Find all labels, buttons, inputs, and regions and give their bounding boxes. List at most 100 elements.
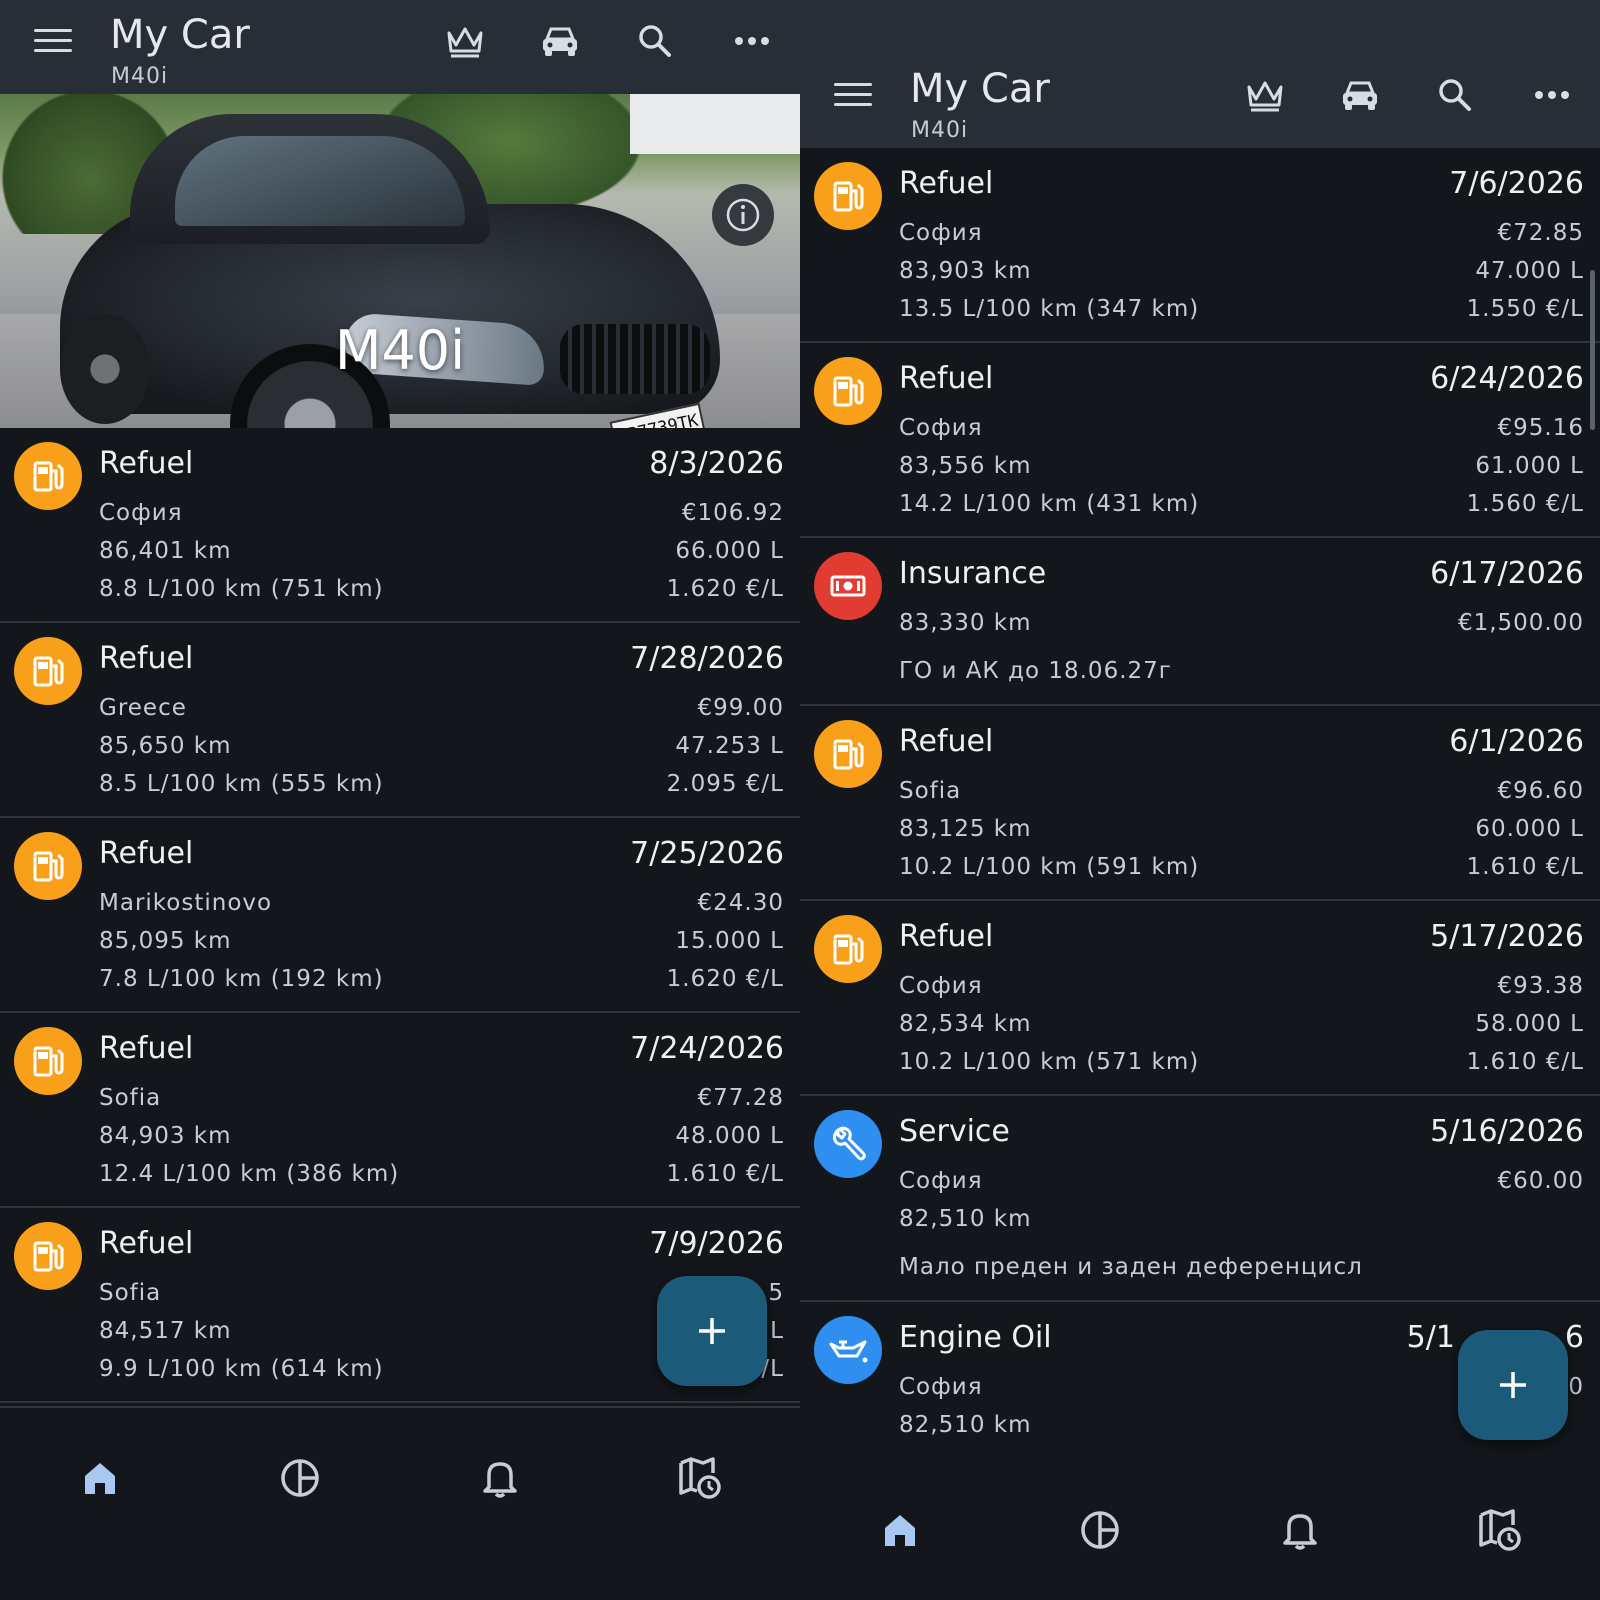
- entry-date: 7/24/2026: [630, 1031, 784, 1066]
- list-item[interactable]: Refuel 6/24/2026 София 83,556 km 14.2 L/…: [800, 343, 1600, 538]
- list-item[interactable]: Insurance 6/17/2026 83,330 km ГО и АК до…: [800, 538, 1600, 706]
- entry-title: Refuel: [899, 361, 994, 396]
- banknote-icon: [814, 552, 882, 620]
- entry-title: Insurance: [899, 556, 1047, 591]
- add-entry-button[interactable]: [657, 1276, 767, 1386]
- entry-date: 7/6/2026: [1449, 166, 1584, 201]
- entry-location: София: [899, 1168, 983, 1194]
- menu-button[interactable]: [34, 20, 78, 60]
- entry-price: 2.095 €/L: [666, 771, 784, 797]
- fuel-pump-icon: [14, 832, 82, 900]
- entry-location: Sofia: [99, 1280, 162, 1306]
- nav-statistics[interactable]: [270, 1448, 330, 1508]
- bottom-navigation: [0, 1406, 800, 1546]
- map-history-icon: [1479, 1509, 1521, 1551]
- entry-date: 7/25/2026: [630, 836, 784, 871]
- entry-price: 1.560 €/L: [1466, 491, 1584, 517]
- entry-date: 5/16/2026: [1430, 1114, 1584, 1149]
- entry-volume: 58.000 L: [1475, 1011, 1584, 1037]
- entry-volume: L: [770, 1318, 784, 1344]
- entry-date: 7/9/2026: [649, 1226, 784, 1261]
- scrollbar[interactable]: [1590, 270, 1595, 430]
- nav-statistics[interactable]: [1070, 1500, 1130, 1560]
- entry-title: Refuel: [99, 446, 194, 481]
- photo-building: [630, 94, 800, 154]
- search-button[interactable]: [630, 16, 680, 66]
- crown-icon: [1247, 81, 1283, 112]
- list-item[interactable]: Refuel 8/3/2026 София 86,401 km 8.8 L/10…: [0, 428, 800, 623]
- entry-date: 6/1/2026: [1449, 724, 1584, 759]
- crown-icon: [447, 27, 483, 58]
- vehicle-button[interactable]: [1335, 70, 1385, 120]
- hamburger-icon: [834, 82, 872, 86]
- wrench-icon: [814, 1110, 882, 1178]
- entry-odometer: 83,125 km: [899, 816, 1032, 842]
- vehicle-info-button[interactable]: [712, 184, 774, 246]
- list-item[interactable]: Refuel 7/25/2026 Marikostinovo 85,095 km…: [0, 818, 800, 1013]
- list-item[interactable]: Refuel 7/6/2026 София 83,903 km 13.5 L/1…: [800, 148, 1600, 343]
- entry-volume: 61.000 L: [1475, 453, 1584, 479]
- entry-consumption: 10.2 L/100 km (591 km): [899, 854, 1200, 880]
- entry-odometer: 85,095 km: [99, 928, 232, 954]
- app-title: My Car: [110, 12, 250, 58]
- entry-cost: €77.28: [697, 1085, 784, 1111]
- entry-price: 1.620 €/L: [666, 966, 784, 992]
- more-button[interactable]: [727, 16, 777, 66]
- entry-volume: 60.000 L: [1475, 816, 1584, 842]
- vehicle-photo[interactable]: CB7739TK M40i: [0, 94, 800, 428]
- entry-consumption: 13.5 L/100 km (347 km): [899, 296, 1200, 322]
- info-icon: [726, 198, 760, 232]
- entry-title: Refuel: [899, 919, 994, 954]
- entry-title: Engine Oil: [899, 1320, 1052, 1355]
- list-item[interactable]: Service 5/16/2026 София 82,510 km Мало п…: [800, 1096, 1600, 1302]
- nav-history-map[interactable]: [1470, 1500, 1530, 1560]
- entry-volume: 66.000 L: [675, 538, 784, 564]
- app-bar: My Car M40i: [800, 54, 1600, 148]
- vehicle-button[interactable]: [535, 16, 585, 66]
- add-entry-button[interactable]: [1458, 1330, 1568, 1440]
- premium-button[interactable]: [1240, 70, 1290, 120]
- entry-odometer: 84,903 km: [99, 1123, 232, 1149]
- list-item[interactable]: Refuel 6/1/2026 Sofia 83,125 km 10.2 L/1…: [800, 706, 1600, 901]
- entry-consumption: 8.5 L/100 km (555 km): [99, 771, 384, 797]
- nav-home[interactable]: [870, 1500, 930, 1560]
- more-button[interactable]: [1527, 70, 1577, 120]
- entry-price: 1.610 €/L: [1466, 1049, 1584, 1075]
- entry-location: София: [899, 220, 983, 246]
- plus-icon: [699, 1318, 725, 1344]
- entry-location: Sofia: [899, 778, 962, 804]
- reminders-icon: [1283, 1514, 1317, 1550]
- search-icon: [1439, 79, 1471, 111]
- premium-button[interactable]: [440, 16, 490, 66]
- nav-home[interactable]: [70, 1448, 130, 1508]
- map-history-icon: [679, 1457, 721, 1499]
- entry-price: 1.610 €/L: [666, 1161, 784, 1187]
- history-list: Refuel 8/3/2026 София 86,401 km 8.8 L/10…: [0, 428, 800, 1403]
- list-item[interactable]: Refuel 7/28/2026 Greece 85,650 km 8.5 L/…: [0, 623, 800, 818]
- fuel-pump-icon: [814, 357, 882, 425]
- left-screen: My Car M40i CB7739TK M40i: [0, 0, 800, 1600]
- oil-can-icon: [814, 1316, 882, 1384]
- car-icon: [543, 27, 577, 56]
- entry-title: Refuel: [99, 1226, 194, 1261]
- menu-button[interactable]: [834, 74, 878, 114]
- entry-date: 7/28/2026: [630, 641, 784, 676]
- entry-date: 8/3/2026: [649, 446, 784, 481]
- nav-reminders[interactable]: [1270, 1500, 1330, 1560]
- entry-price: 1.550 €/L: [1466, 296, 1584, 322]
- search-button[interactable]: [1430, 70, 1480, 120]
- list-item[interactable]: Refuel 5/17/2026 София 82,534 km 10.2 L/…: [800, 901, 1600, 1096]
- entry-consumption: 14.2 L/100 km (431 km): [899, 491, 1200, 517]
- entry-consumption: 8.8 L/100 km (751 km): [99, 576, 384, 602]
- nav-history-map[interactable]: [670, 1448, 730, 1508]
- nav-reminders[interactable]: [470, 1448, 530, 1508]
- entry-cost: €96.60: [1497, 778, 1584, 804]
- entry-date: 6/17/2026: [1430, 556, 1584, 591]
- entry-location: Sofia: [99, 1085, 162, 1111]
- entry-location: Marikostinovo: [99, 890, 273, 916]
- entry-consumption: 10.2 L/100 km (571 km): [899, 1049, 1200, 1075]
- bottom-navigation: [800, 1460, 1600, 1600]
- entry-title: Service: [899, 1114, 1010, 1149]
- entry-title: Refuel: [99, 641, 194, 676]
- list-item[interactable]: Refuel 7/24/2026 Sofia 84,903 km 12.4 L/…: [0, 1013, 800, 1208]
